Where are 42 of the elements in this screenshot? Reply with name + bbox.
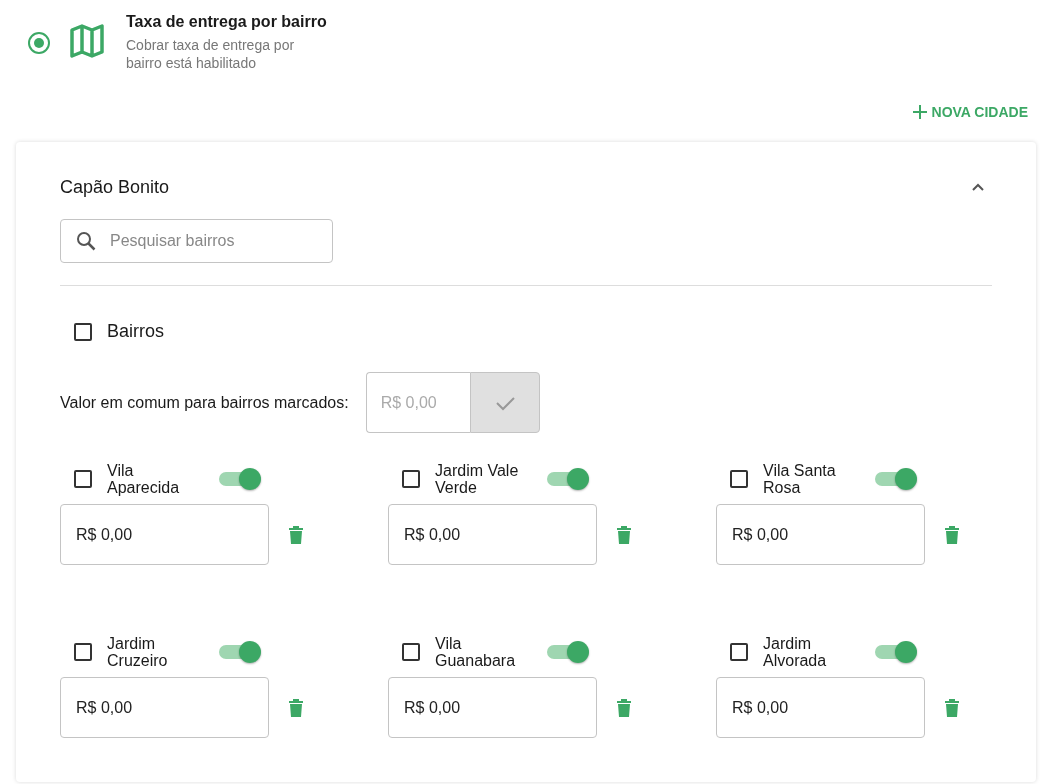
trash-icon[interactable] xyxy=(944,524,960,545)
city-name: Capão Bonito xyxy=(60,176,170,198)
neighborhood-name: Jardim Vale Verde xyxy=(435,462,520,496)
fee-input[interactable]: R$ 0,00 xyxy=(388,677,597,738)
checkbox-label: Bairros xyxy=(107,321,164,342)
toggle-switch[interactable] xyxy=(219,641,261,663)
toggle-switch[interactable] xyxy=(875,468,917,490)
checkbox[interactable] xyxy=(402,643,420,661)
option-description: Cobrar taxa de entrega por bairro está habilitado xyxy=(126,36,296,72)
checkbox[interactable] xyxy=(730,643,748,661)
trash-icon[interactable] xyxy=(288,697,304,718)
neighborhood-name: Vila Aparecida xyxy=(107,462,181,496)
fee-input[interactable]: R$ 0,00 xyxy=(388,504,597,565)
trash-icon[interactable] xyxy=(616,697,632,718)
checkbox[interactable] xyxy=(74,470,92,488)
checkbox[interactable] xyxy=(402,470,420,488)
fee-input[interactable]: R$ 0,00 xyxy=(716,504,925,565)
trash-icon[interactable] xyxy=(616,524,632,545)
option-title: Taxa de entrega por bairro xyxy=(126,12,327,32)
trash-icon[interactable] xyxy=(288,524,304,545)
checkbox[interactable] xyxy=(730,470,748,488)
map-icon xyxy=(70,24,104,58)
toggle-switch[interactable] xyxy=(875,641,917,663)
common-value-input[interactable]: R$ 0,00 xyxy=(365,372,470,433)
search-icon xyxy=(76,231,96,251)
toggle-switch[interactable] xyxy=(547,468,589,490)
fee-input[interactable]: R$ 0,00 xyxy=(716,677,925,738)
neighborhood-name: Jardim Cruzeiro xyxy=(107,635,169,669)
fee-input[interactable]: R$ 0,00 xyxy=(60,677,269,738)
neighborhood-name: Vila Santa Rosa xyxy=(763,462,837,496)
radio-button[interactable] xyxy=(28,32,50,54)
checkbox[interactable] xyxy=(74,643,92,661)
fee-input[interactable]: R$ 0,00 xyxy=(60,504,269,565)
search-field[interactable]: Pesquisar bairros xyxy=(60,219,333,263)
toggle-switch[interactable] xyxy=(219,468,261,490)
plus-icon xyxy=(911,104,928,120)
neighborhood-name: Jardim Alvorada xyxy=(763,635,828,669)
trash-icon[interactable] xyxy=(944,697,960,718)
toggle-switch[interactable] xyxy=(547,641,589,663)
select-all-checkbox[interactable] xyxy=(74,322,92,341)
neighborhood-name: Vila Guanabara xyxy=(435,635,517,669)
common-value-label: Valor em comum para bairros marcados: xyxy=(60,393,349,412)
